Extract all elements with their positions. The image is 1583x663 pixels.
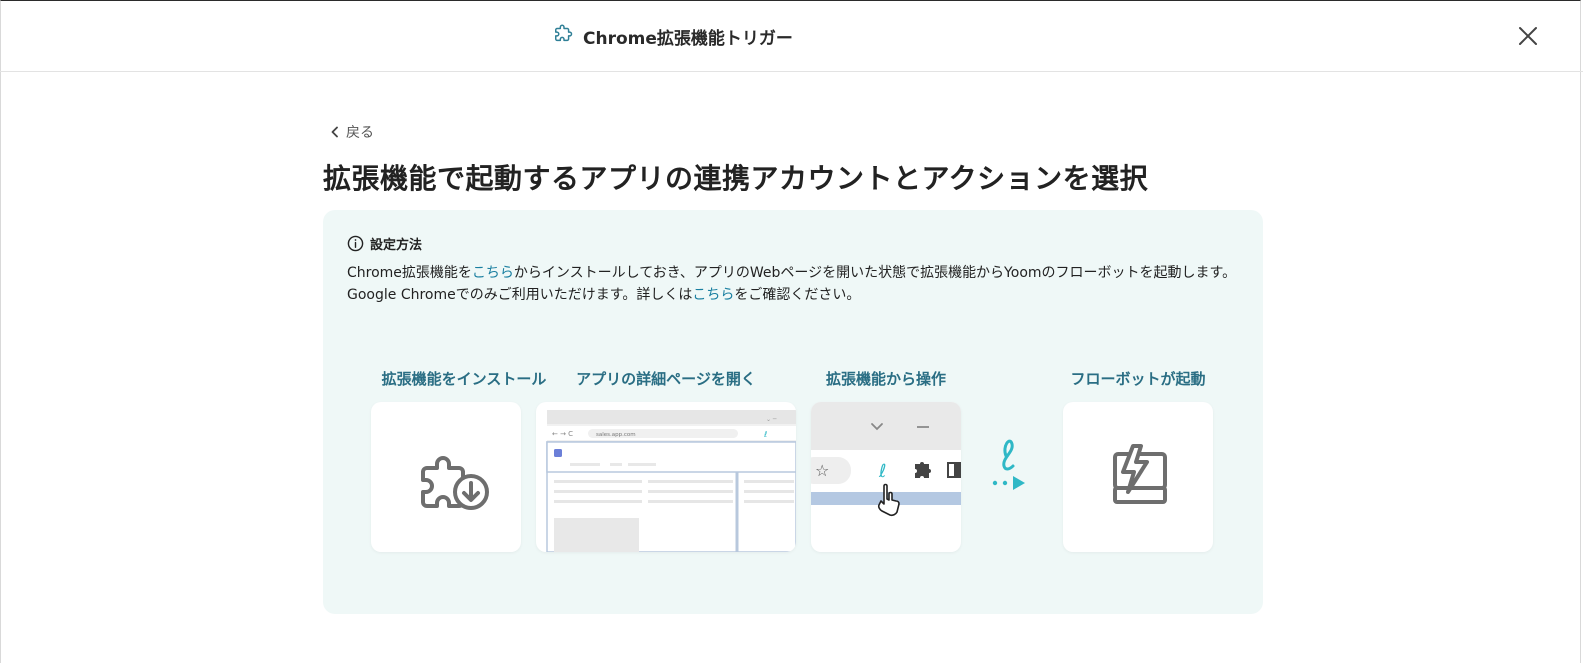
- dialog-title: Chrome拡張機能トリガー: [553, 22, 793, 50]
- svg-text:⌄ ─: ⌄ ─: [766, 416, 777, 423]
- step-4-label: フローボットが起動: [1070, 370, 1206, 388]
- chevron-left-icon: [331, 126, 338, 138]
- puzzle-icon: [553, 23, 575, 50]
- info-line-1-tail: からインストールしておき、アプリのWebページを開いた状態で拡張機能からYoom…: [513, 265, 1237, 281]
- step-2-card: ⌄ ─ ← → C sales.app.com ℓ: [536, 402, 796, 552]
- back-link[interactable]: 戻る: [330, 122, 374, 142]
- info-line-2-text: Google Chromeでのみご利用いただけます。詳しくは: [347, 287, 693, 303]
- info-icon: [347, 235, 364, 252]
- step-3-card: ☆ ℓ: [811, 402, 961, 552]
- step-4-card: [1063, 402, 1213, 552]
- info-line-1: Chrome拡張機能をこちらからインストールしておき、アプリのWebページを開い…: [347, 262, 1236, 284]
- step-2-label: アプリの詳細ページを開く: [576, 370, 756, 388]
- flowbot-computer-icon: [1113, 444, 1167, 504]
- dialog-title-text: Chrome拡張機能トリガー: [583, 28, 793, 49]
- svg-text:← → C: ← → C: [552, 430, 573, 438]
- browser-toolbar-icon: ☆ ℓ: [811, 402, 961, 517]
- info-heading-text: 設定方法: [370, 238, 423, 253]
- close-icon: [1519, 27, 1537, 45]
- puzzle-download-icon: [421, 456, 489, 510]
- install-link[interactable]: こちら: [472, 265, 514, 281]
- step-1-card: [371, 402, 521, 552]
- svg-text:ℓ: ℓ: [878, 461, 886, 482]
- info-text: Chrome拡張機能をこちらからインストールしておき、アプリのWebページを開い…: [347, 262, 1236, 306]
- svg-text:ℓ: ℓ: [763, 430, 767, 439]
- flow-arrow-icon: [992, 439, 1025, 490]
- info-heading: 設定方法: [347, 234, 422, 253]
- info-line-2-tail: をご確認ください。: [734, 287, 861, 303]
- page-title: 拡張機能で起動するアプリの連携アカウントとアクションを選択: [323, 162, 1149, 195]
- svg-text:☆: ☆: [815, 461, 829, 480]
- info-line-2: Google Chromeでのみご利用いただけます。詳しくはこちらをご確認くださ…: [347, 284, 1236, 306]
- browser-page-icon: ⌄ ─ ← → C sales.app.com ℓ: [546, 410, 796, 552]
- mock-url: sales.app.com: [596, 432, 636, 438]
- details-link[interactable]: こちら: [692, 287, 734, 303]
- close-button[interactable]: [1516, 24, 1540, 48]
- back-label: 戻る: [346, 125, 374, 141]
- info-line-1-text: Chrome拡張機能を: [347, 265, 472, 281]
- instructions-panel: 設定方法 Chrome拡張機能をこちらからインストールしておき、アプリのWebペ…: [323, 210, 1263, 614]
- step-3-label: 拡張機能から操作: [825, 370, 946, 388]
- dialog-header: Chrome拡張機能トリガー: [0, 0, 1583, 72]
